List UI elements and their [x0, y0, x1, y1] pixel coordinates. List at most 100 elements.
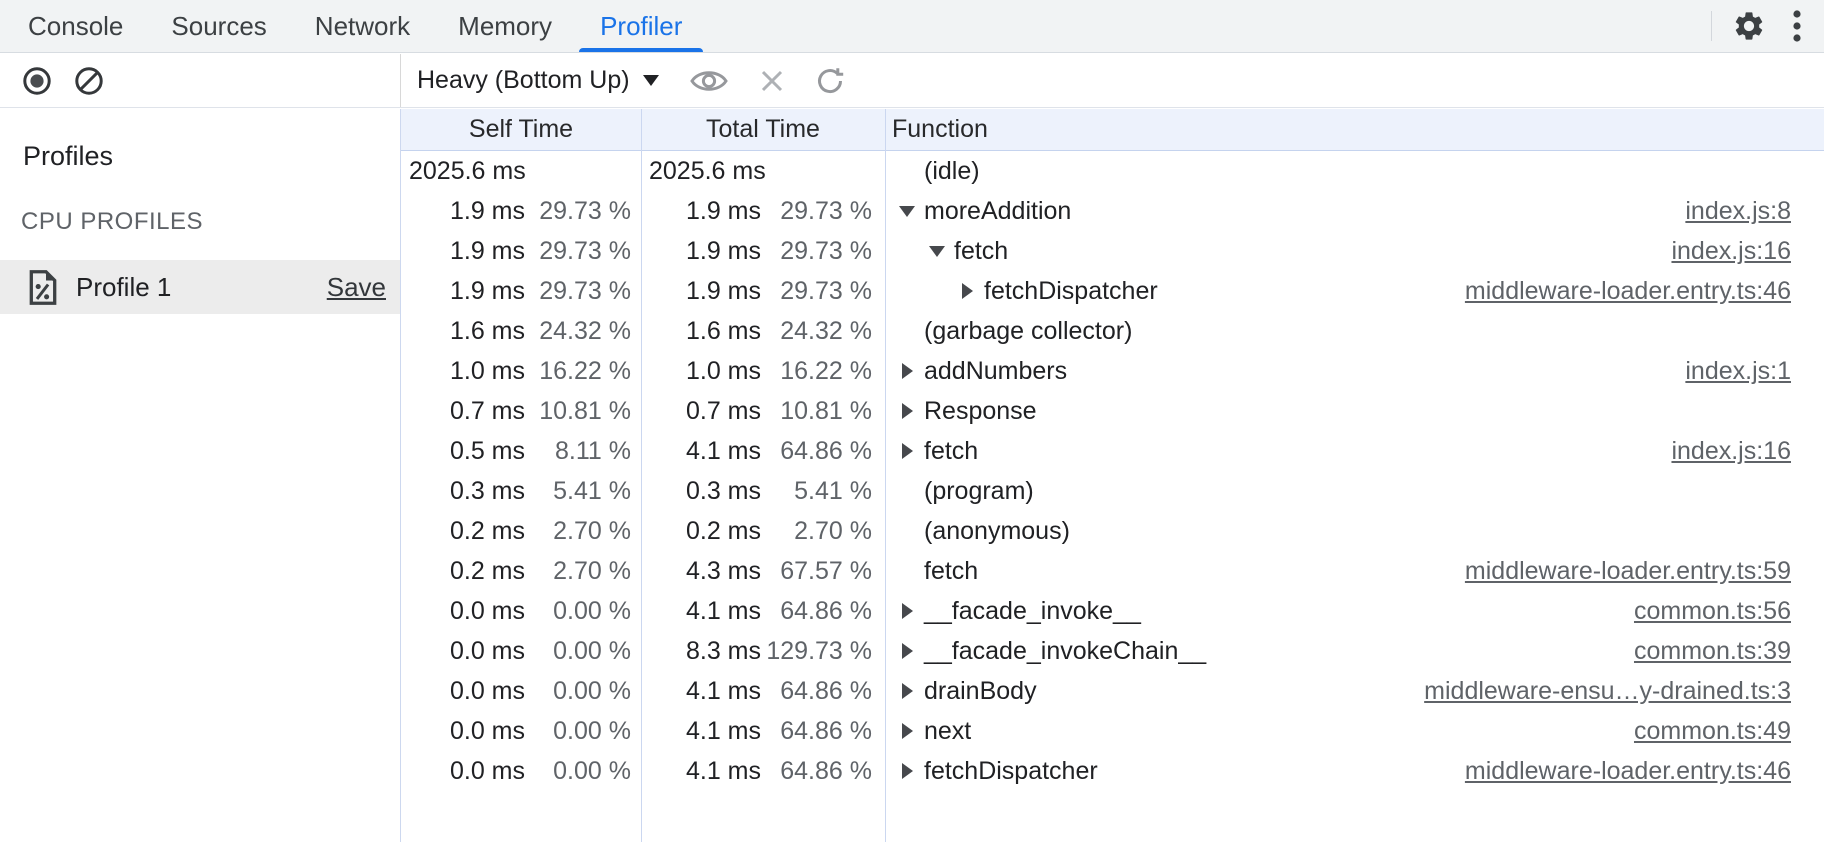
tree-toggle-icon[interactable] [899, 363, 915, 379]
source-link[interactable]: middleware-ensu…y-drained.ts:3 [1404, 677, 1791, 706]
table-row[interactable]: 0.0 ms 0.00 % 8.3 ms 129.73 % __facade_i… [401, 631, 1824, 671]
grid-header-row: Self Time Total Time Function [401, 109, 1824, 151]
settings-button[interactable] [1732, 9, 1766, 43]
tab-memory[interactable]: Memory [434, 0, 576, 52]
function-name: fetch [924, 437, 978, 466]
table-row[interactable]: 0.0 ms 0.00 % 4.1 ms 64.86 % fetchDispat… [401, 751, 1824, 791]
tab-sources[interactable]: Sources [147, 0, 290, 52]
column-header-self-time[interactable]: Self Time [401, 115, 641, 144]
tab-profiler[interactable]: Profiler [576, 0, 706, 52]
total-time-ms: 4.1 ms [649, 437, 761, 466]
profile-name: Profile 1 [76, 272, 171, 303]
table-row[interactable]: 0.3 ms 5.41 % 0.3 ms 5.41 % (program) [401, 471, 1824, 511]
total-time-pct: 29.73 % [761, 237, 872, 266]
function-cell: (idle) [885, 151, 1824, 191]
save-profile-link[interactable]: Save [327, 272, 386, 303]
total-time-cell: 1.0 ms 16.22 % [641, 351, 885, 391]
tree-toggle-icon[interactable] [899, 403, 915, 419]
total-time-pct: 29.73 % [761, 277, 872, 306]
tree-toggle-icon[interactable] [959, 283, 975, 299]
tabbar-separator [1711, 11, 1712, 41]
table-row[interactable]: 1.9 ms 29.73 % 1.9 ms 29.73 % fetchDispa… [401, 271, 1824, 311]
total-time-pct: 64.86 % [761, 757, 872, 786]
self-time-cell: 1.9 ms 29.73 % [401, 271, 641, 311]
self-time-ms: 0.7 ms [409, 397, 525, 426]
self-time-cell: 0.0 ms 0.00 % [401, 631, 641, 671]
focus-selected-button[interactable] [689, 66, 729, 96]
tab-console[interactable]: Console [4, 0, 147, 52]
column-header-total-time[interactable]: Total Time [641, 115, 885, 144]
function-cell: Response [885, 391, 1824, 431]
profile-view-label: Heavy (Bottom Up) [417, 66, 630, 95]
devtools-tab-bar: Console Sources Network Memory Profiler [0, 0, 1824, 53]
table-row[interactable]: 1.9 ms 29.73 % 1.9 ms 29.73 % fetch inde… [401, 231, 1824, 271]
self-time-pct: 24.32 % [525, 317, 631, 346]
tree-toggle-icon[interactable] [899, 763, 915, 779]
self-time-ms: 0.3 ms [409, 477, 525, 506]
record-icon [22, 66, 52, 96]
source-link[interactable]: index.js:16 [1651, 437, 1791, 466]
tab-label: Console [28, 11, 123, 42]
function-name: __facade_invokeChain__ [924, 637, 1206, 666]
total-time-cell: 4.1 ms 64.86 % [641, 591, 885, 631]
table-row[interactable]: 0.2 ms 2.70 % 4.3 ms 67.57 % fetch middl… [401, 551, 1824, 591]
restore-all-button[interactable] [815, 66, 845, 96]
source-link[interactable]: common.ts:39 [1614, 637, 1791, 666]
self-time-ms: 0.2 ms [409, 517, 525, 546]
profile-list-item[interactable]: Profile 1 Save [0, 260, 400, 314]
total-time-ms: 1.0 ms [649, 357, 761, 386]
source-link[interactable]: index.js:8 [1665, 197, 1791, 226]
column-header-function[interactable]: Function [885, 115, 1824, 144]
table-row[interactable]: 0.7 ms 10.81 % 0.7 ms 10.81 % Response [401, 391, 1824, 431]
total-time-cell: 4.1 ms 64.86 % [641, 431, 885, 471]
tab-label: Sources [171, 11, 266, 42]
table-row[interactable]: 0.2 ms 2.70 % 0.2 ms 2.70 % (anonymous) [401, 511, 1824, 551]
function-name: drainBody [924, 677, 1037, 706]
source-link[interactable]: index.js:1 [1665, 357, 1791, 386]
source-link[interactable]: middleware-loader.entry.ts:59 [1445, 557, 1791, 586]
total-time-ms: 1.9 ms [649, 197, 761, 226]
tree-toggle-icon[interactable] [899, 683, 915, 699]
self-time-pct: 29.73 % [525, 237, 631, 266]
table-row[interactable]: 0.0 ms 0.00 % 4.1 ms 64.86 % next common… [401, 711, 1824, 751]
profile-view-select[interactable]: Heavy (Bottom Up) [417, 66, 659, 95]
source-link[interactable]: middleware-loader.entry.ts:46 [1445, 757, 1791, 786]
tab-label: Profiler [600, 11, 682, 42]
self-time-pct: 0.00 % [525, 717, 631, 746]
self-time-pct: 0.00 % [525, 677, 631, 706]
record-profile-button[interactable] [22, 66, 52, 96]
source-link[interactable]: common.ts:56 [1614, 597, 1791, 626]
clear-profiles-button[interactable] [74, 66, 104, 96]
function-cell: next common.ts:49 [885, 711, 1824, 751]
total-time-ms: 2025.6 ms [649, 157, 766, 186]
table-row[interactable]: 0.0 ms 0.00 % 4.1 ms 64.86 % drainBody m… [401, 671, 1824, 711]
tree-toggle-icon[interactable] [899, 723, 915, 739]
chevron-down-icon [643, 75, 659, 86]
tree-toggle-icon[interactable] [899, 443, 915, 459]
total-time-pct: 10.81 % [761, 397, 872, 426]
table-row[interactable]: 1.9 ms 29.73 % 1.9 ms 29.73 % moreAdditi… [401, 191, 1824, 231]
total-time-ms: 0.3 ms [649, 477, 761, 506]
self-time-cell: 1.9 ms 29.73 % [401, 231, 641, 271]
table-row[interactable]: 0.5 ms 8.11 % 4.1 ms 64.86 % fetch index… [401, 431, 1824, 471]
source-link[interactable]: index.js:16 [1651, 237, 1791, 266]
tab-network[interactable]: Network [291, 0, 434, 52]
source-link[interactable]: common.ts:49 [1614, 717, 1791, 746]
tree-toggle-icon[interactable] [929, 246, 945, 257]
exclude-selected-button[interactable] [759, 68, 785, 94]
table-row[interactable]: 1.0 ms 16.22 % 1.0 ms 16.22 % addNumbers… [401, 351, 1824, 391]
function-name: fetchDispatcher [924, 757, 1098, 786]
more-options-button[interactable] [1792, 8, 1802, 44]
table-row[interactable]: 0.0 ms 0.00 % 4.1 ms 64.86 % __facade_in… [401, 591, 1824, 631]
total-time-cell: 2025.6 ms [641, 151, 885, 191]
source-link[interactable]: middleware-loader.entry.ts:46 [1445, 277, 1791, 306]
self-time-pct: 29.73 % [525, 277, 631, 306]
table-row[interactable]: 2025.6 ms 2025.6 ms (idle) [401, 151, 1824, 191]
total-time-cell: 1.6 ms 24.32 % [641, 311, 885, 351]
tree-toggle-icon[interactable] [899, 603, 915, 619]
table-row[interactable]: 1.6 ms 24.32 % 1.6 ms 24.32 % (garbage c… [401, 311, 1824, 351]
tree-toggle-icon[interactable] [899, 643, 915, 659]
gear-icon [1732, 9, 1766, 43]
tree-toggle-icon[interactable] [899, 206, 915, 217]
self-time-ms: 1.9 ms [409, 237, 525, 266]
